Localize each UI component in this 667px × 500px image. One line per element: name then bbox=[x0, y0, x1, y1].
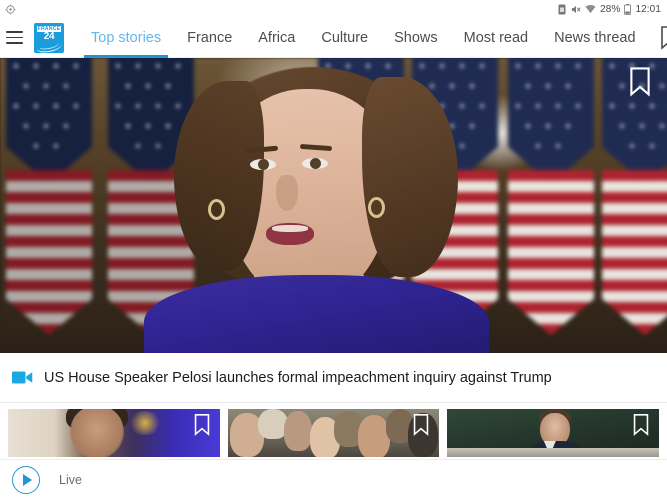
status-bar-left bbox=[5, 3, 16, 15]
bookmark-outline-icon bbox=[630, 67, 650, 97]
mute-icon bbox=[571, 5, 581, 13]
tab-label: Shows bbox=[394, 29, 438, 46]
tab-shows[interactable]: Shows bbox=[381, 18, 451, 58]
us-flag bbox=[602, 58, 667, 335]
status-bar-right: 28% 12:01 bbox=[558, 3, 661, 15]
app-root: 28% 12:01 FRANCE 24 Top stories France A… bbox=[0, 0, 667, 500]
play-icon bbox=[22, 474, 32, 486]
battery-icon bbox=[624, 3, 632, 15]
story-card[interactable] bbox=[8, 409, 220, 457]
status-bar: 28% 12:01 bbox=[0, 0, 667, 18]
tab-label: Most read bbox=[463, 29, 529, 46]
us-flag bbox=[508, 58, 594, 335]
play-button[interactable] bbox=[12, 466, 40, 494]
status-bar-clock: 12:01 bbox=[635, 3, 661, 15]
tab-news-thread[interactable]: News thread bbox=[541, 18, 648, 58]
tab-label: News thread bbox=[554, 29, 636, 46]
sim-card-icon bbox=[558, 4, 566, 14]
us-flag bbox=[6, 58, 92, 335]
tab-label: Culture bbox=[321, 29, 369, 46]
hero-subject bbox=[144, 63, 489, 353]
tab-culture[interactable]: Culture bbox=[308, 18, 381, 58]
headline-text: US House Speaker Pelosi launches formal … bbox=[44, 369, 552, 386]
hero-image bbox=[0, 58, 667, 353]
location-icon bbox=[5, 3, 16, 15]
card-bookmark-button[interactable] bbox=[411, 413, 431, 437]
bookmark-outline-icon bbox=[194, 414, 209, 436]
hero-bookmark-button[interactable] bbox=[627, 66, 653, 98]
france24-logo[interactable]: FRANCE 24 bbox=[34, 22, 64, 53]
card-thumbnail bbox=[447, 409, 660, 457]
story-card[interactable] bbox=[447, 409, 660, 457]
live-label: Live bbox=[59, 473, 82, 487]
tab-france[interactable]: France bbox=[174, 18, 245, 58]
tab-label: Africa bbox=[258, 29, 296, 46]
battery-percent: 28% bbox=[600, 3, 621, 15]
tab-most-read[interactable]: Most read bbox=[451, 18, 541, 58]
bookmark-outline-icon bbox=[414, 414, 429, 436]
bookmarks-button[interactable]: 6 bbox=[649, 18, 667, 58]
story-card-list bbox=[0, 403, 667, 461]
hero-headline[interactable]: US House Speaker Pelosi launches formal … bbox=[0, 353, 667, 403]
bookmark-outline-icon bbox=[633, 414, 649, 436]
live-player-bar: Live bbox=[0, 459, 667, 500]
bookmark-icon bbox=[660, 25, 667, 50]
tab-label: France bbox=[187, 29, 233, 46]
wifi-icon bbox=[585, 5, 596, 14]
hamburger-menu-icon[interactable] bbox=[6, 18, 23, 58]
card-thumbnail bbox=[8, 409, 220, 457]
video-camera-icon bbox=[12, 371, 33, 384]
tab-africa[interactable]: Africa bbox=[245, 18, 308, 58]
story-card[interactable] bbox=[227, 409, 440, 457]
navigation-bar: FRANCE 24 Top stories France Africa Cult… bbox=[0, 18, 667, 58]
tab-label: Top stories bbox=[91, 29, 162, 46]
tab-top-stories[interactable]: Top stories bbox=[78, 18, 174, 58]
hero-article[interactable] bbox=[0, 58, 667, 353]
card-bookmark-button[interactable] bbox=[631, 413, 651, 437]
nav-tabs: Top stories France Africa Culture Shows … bbox=[78, 18, 649, 58]
card-thumbnail bbox=[227, 409, 440, 457]
card-bookmark-button[interactable] bbox=[192, 413, 212, 437]
